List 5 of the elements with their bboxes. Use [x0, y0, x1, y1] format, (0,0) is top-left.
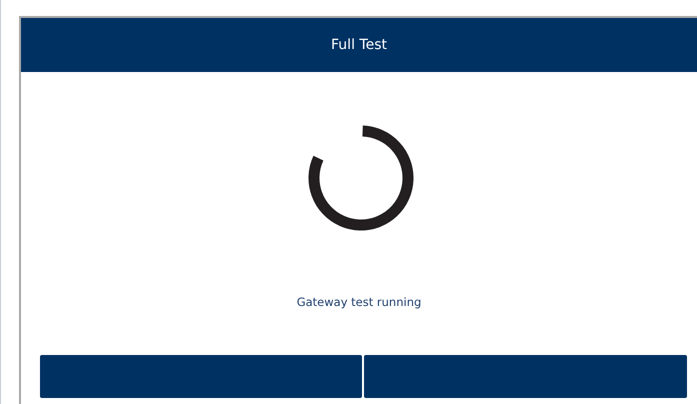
status-message: Gateway test running — [296, 295, 422, 309]
action-button[interactable] — [40, 355, 362, 398]
loading-spinner-icon — [308, 125, 414, 231]
action-button[interactable] — [364, 355, 686, 398]
screen-title: Full Test — [331, 37, 387, 53]
